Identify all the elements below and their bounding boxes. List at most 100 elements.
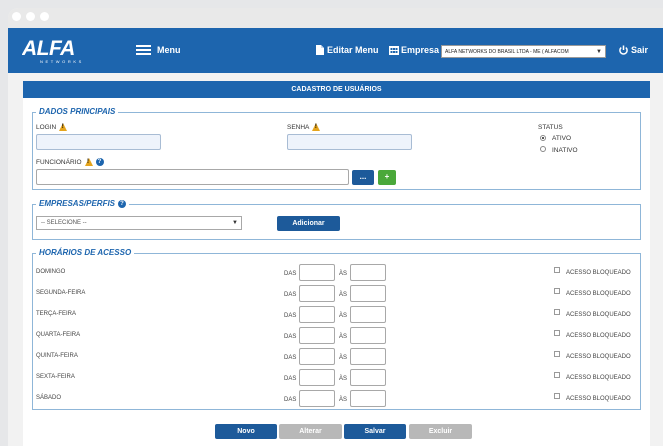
company-profile-select-value: -- SELECIONE -- — [41, 220, 87, 226]
menu-label: Menu — [157, 45, 181, 55]
from-time-input[interactable] — [299, 390, 335, 407]
to-time-input[interactable] — [350, 390, 386, 407]
access-hours-legend-text: HORÁRIOS DE ACESSO — [39, 248, 132, 257]
login-input[interactable] — [36, 134, 161, 150]
warning-icon — [59, 123, 68, 131]
schedule-row: SÁBADO DAS ÀS ACESSO BLOQUEADO — [33, 390, 636, 408]
day-label: SEXTA-FEIRA — [36, 374, 75, 380]
blocked-checkbox[interactable] — [554, 330, 560, 336]
blocked-checkbox[interactable] — [554, 393, 560, 399]
day-label: SEGUNDA-FEIRA — [36, 290, 86, 296]
status-label: STATUS — [538, 124, 563, 131]
blocked-checkbox[interactable] — [554, 309, 560, 315]
help-icon[interactable]: ? — [95, 158, 104, 166]
new-button[interactable]: Novo — [215, 424, 277, 439]
password-label-text: SENHA — [287, 123, 310, 131]
status-active-label: ATIVO — [552, 135, 572, 142]
day-label: TERÇA-FEIRA — [36, 311, 77, 317]
companies-legend: EMPRESAS/PERFIS ? — [36, 199, 130, 208]
window-dot-icon — [12, 12, 21, 21]
blocked-label: ACESSO BLOQUEADO — [566, 396, 631, 402]
add-company-button[interactable]: Adicionar — [277, 216, 340, 231]
chevron-down-icon: ▼ — [596, 49, 602, 55]
to-time-input[interactable] — [350, 348, 386, 365]
to-label: ÀS — [339, 397, 348, 403]
login-label-text: LOGIN — [36, 123, 57, 131]
company-profile-select[interactable]: -- SELECIONE -- ▼ — [36, 216, 242, 230]
to-label: ÀS — [339, 355, 348, 361]
blocked-checkbox[interactable] — [554, 372, 560, 378]
add-employee-button[interactable]: + — [378, 170, 396, 185]
hamburger-icon — [136, 45, 151, 55]
day-label: QUINTA-FEIRA — [36, 353, 78, 359]
edit-menu-label: Editar Menu — [327, 45, 379, 55]
company-select-value: ALFA NETWORKS DO BRASIL LTDA - ME ( ALFA… — [445, 49, 569, 55]
main-data-section: DADOS PRINCIPAIS LOGIN SENHA FUNCIONÁRIO… — [32, 107, 641, 190]
window-dot-icon — [40, 12, 49, 21]
edit-menu-button[interactable]: Editar Menu — [316, 45, 379, 55]
to-label: ÀS — [339, 376, 348, 382]
status-active-radio[interactable] — [540, 135, 546, 141]
status-inactive-label: INATIVO — [552, 147, 578, 154]
logo-text: ALFA — [22, 37, 75, 60]
from-label: DAS — [284, 376, 297, 382]
schedule-row: QUINTA-FEIRA DAS ÀS ACESSO BLOQUEADO — [33, 348, 636, 366]
exit-button[interactable]: Sair — [619, 45, 648, 55]
to-time-input[interactable] — [350, 285, 386, 302]
main-data-legend-text: DADOS PRINCIPAIS — [39, 107, 116, 116]
menu-button[interactable]: Menu — [136, 45, 181, 55]
companies-profiles-section: EMPRESAS/PERFIS ? -- SELECIONE -- ▼ Adic… — [32, 199, 641, 240]
delete-button[interactable]: Excluir — [409, 424, 472, 439]
blocked-label: ACESSO BLOQUEADO — [566, 354, 631, 360]
from-label: DAS — [284, 313, 297, 319]
to-label: ÀS — [339, 334, 348, 340]
blocked-label: ACESSO BLOQUEADO — [566, 333, 631, 339]
from-time-input[interactable] — [299, 306, 335, 323]
from-time-input[interactable] — [299, 369, 335, 386]
window-chrome — [8, 8, 663, 28]
to-time-input[interactable] — [350, 327, 386, 344]
from-label: DAS — [284, 292, 297, 298]
schedule-row: TERÇA-FEIRA DAS ÀS ACESSO BLOQUEADO — [33, 306, 636, 324]
power-icon — [619, 45, 628, 55]
to-label: ÀS — [339, 292, 348, 298]
blocked-label: ACESSO BLOQUEADO — [566, 270, 631, 276]
employee-input[interactable] — [36, 169, 349, 185]
status-inactive-radio[interactable] — [540, 146, 546, 152]
warning-icon — [84, 158, 93, 166]
login-label: LOGIN — [36, 123, 68, 131]
access-hours-section: HORÁRIOS DE ACESSO DOMINGO DAS ÀS ACESSO… — [32, 248, 641, 410]
to-time-input[interactable] — [350, 264, 386, 281]
to-time-input[interactable] — [350, 369, 386, 386]
to-time-input[interactable] — [350, 306, 386, 323]
from-time-input[interactable] — [299, 348, 335, 365]
edit-button[interactable]: Alterar — [279, 424, 342, 439]
blocked-checkbox[interactable] — [554, 267, 560, 273]
help-icon[interactable]: ? — [118, 199, 127, 208]
day-label: QUARTA-FEIRA — [36, 332, 81, 338]
blocked-checkbox[interactable] — [554, 288, 560, 294]
from-label: DAS — [284, 397, 297, 403]
search-employee-button[interactable]: ... — [352, 170, 374, 185]
from-label: DAS — [284, 334, 297, 340]
password-input[interactable] — [287, 134, 412, 150]
companies-legend-text: EMPRESAS/PERFIS — [39, 199, 116, 208]
day-label: SÁBADO — [36, 395, 62, 401]
employee-label-text: FUNCIONÁRIO — [36, 158, 82, 166]
from-time-input[interactable] — [299, 327, 335, 344]
blocked-checkbox[interactable] — [554, 351, 560, 357]
company-label-item: Empresa — [389, 45, 439, 55]
company-label: Empresa — [401, 45, 440, 55]
schedule-row: SEGUNDA-FEIRA DAS ÀS ACESSO BLOQUEADO — [33, 285, 636, 303]
logo-subtext: NETWORKS — [40, 59, 84, 64]
company-select[interactable]: ALFA NETWORKS DO BRASIL LTDA - ME ( ALFA… — [441, 45, 606, 58]
alfa-logo: ALFA NETWORKS — [21, 36, 106, 66]
schedule-row: DOMINGO DAS ÀS ACESSO BLOQUEADO — [33, 264, 636, 282]
save-button[interactable]: Salvar — [344, 424, 406, 439]
to-label: ÀS — [339, 313, 348, 319]
from-time-input[interactable] — [299, 285, 335, 302]
schedule-row: QUARTA-FEIRA DAS ÀS ACESSO BLOQUEADO — [33, 327, 636, 345]
from-time-input[interactable] — [299, 264, 335, 281]
app-window: ALFA NETWORKS Menu Editar Menu Empresa A… — [8, 8, 663, 446]
window-dot-icon — [26, 12, 35, 21]
